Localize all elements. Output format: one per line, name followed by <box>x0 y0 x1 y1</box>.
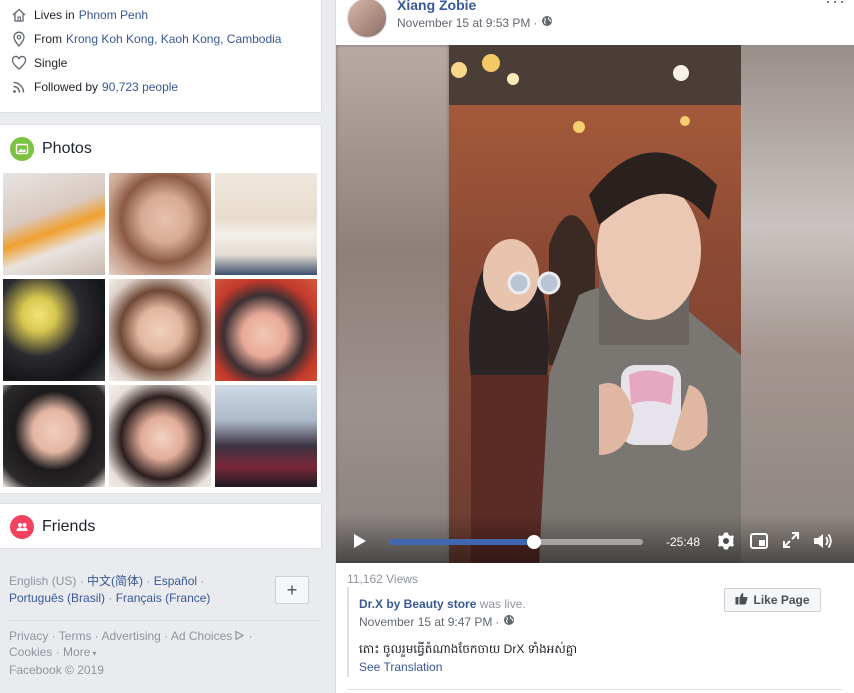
author-name[interactable]: Xiang Zobie <box>397 0 476 13</box>
photo-thumbnail[interactable] <box>109 173 211 275</box>
video-controls: -25:48 <box>336 515 854 563</box>
language-option[interactable]: Español <box>154 574 197 588</box>
current-language: English (US) <box>9 574 77 588</box>
footer-link-privacy[interactable]: Privacy <box>9 629 48 643</box>
friends-icon <box>10 515 34 539</box>
photo-thumbnail[interactable] <box>215 279 317 381</box>
heart-icon <box>10 54 28 72</box>
photo-grid <box>3 173 318 487</box>
footer: Privacy · Terms · Advertising · Ad Choic… <box>9 629 253 677</box>
photo-thumbnail[interactable] <box>109 279 211 381</box>
location-pin-icon <box>10 30 28 48</box>
shared-post-text: តោះ ចូលរួមធ្វើតំណាងចែកចាយ DrX ទាំងអស់គ្ន… <box>359 642 578 656</box>
photos-header[interactable]: Photos <box>0 125 321 173</box>
followers-text: Followed by 90,723 people <box>34 80 179 94</box>
language-option[interactable]: 中文(简体) <box>87 574 143 588</box>
picture-in-picture-icon[interactable] <box>749 531 769 554</box>
post-options-button[interactable]: ··· <box>825 0 846 12</box>
post-timestamp-text: November 15 at 9:53 PM <box>397 15 531 30</box>
play-icon[interactable] <box>353 533 367 552</box>
photo-thumbnail[interactable] <box>3 279 105 381</box>
caret-down-icon: ▾ <box>92 649 97 658</box>
video-player[interactable]: -25:48 <box>336 45 854 563</box>
footer-link-terms[interactable]: Terms <box>59 629 92 643</box>
friends-card: Friends <box>0 503 322 549</box>
photo-thumbnail[interactable] <box>3 173 105 275</box>
footer-link-advertising[interactable]: Advertising <box>101 629 160 643</box>
followers-link[interactable]: 90,723 people <box>102 80 178 94</box>
volume-icon[interactable] <box>812 531 834 554</box>
like-page-label: Like Page <box>753 593 810 607</box>
photo-thumbnail[interactable] <box>3 385 105 487</box>
intro-followers: Followed by 90,723 people <box>10 75 311 99</box>
friends-header[interactable]: Friends <box>0 504 321 550</box>
home-icon <box>10 6 28 24</box>
settings-gear-icon[interactable] <box>716 531 736 554</box>
post-divider <box>347 689 842 690</box>
photos-card: Photos <box>0 124 322 494</box>
shared-page-name[interactable]: Dr.X by Beauty store <box>359 597 476 611</box>
like-page-button[interactable]: Like Page <box>724 588 821 612</box>
globe-icon <box>503 614 515 629</box>
friends-title: Friends <box>42 518 96 535</box>
view-count: 11,162 Views <box>347 572 418 586</box>
intro-lives-text: Lives in Phnom Penh <box>34 8 149 22</box>
footer-link-cookies[interactable]: Cookies <box>9 645 52 659</box>
intro-from: From Krong Koh Kong, Kaoh Kong, Cambodia <box>10 27 311 51</box>
language-option[interactable]: Français (France) <box>116 591 211 605</box>
add-language-button[interactable]: + <box>275 576 309 604</box>
from-link[interactable]: Krong Koh Kong, Kaoh Kong, Cambodia <box>66 32 281 46</box>
rss-icon <box>10 78 28 96</box>
video-blur-right <box>741 45 854 563</box>
footer-link-ad-choices[interactable]: Ad Choices <box>171 629 232 643</box>
video-blur-left <box>336 45 449 563</box>
relationship-text: Single <box>34 56 68 70</box>
footer-divider <box>9 620 319 621</box>
post-card: Xiang Zobie November 15 at 9:53 PM· ··· <box>335 0 854 693</box>
globe-icon <box>541 15 553 30</box>
video-time-remaining: -25:48 <box>666 535 701 549</box>
photo-thumbnail[interactable] <box>215 385 317 487</box>
see-translation-link[interactable]: See Translation <box>359 660 842 674</box>
intro-card: Lives in Phnom Penh From Krong Koh Kong, K… <box>0 0 322 113</box>
shared-status: was live. <box>479 597 526 611</box>
thumbs-up-icon <box>735 592 753 608</box>
video-scrubber-handle[interactable] <box>526 535 541 549</box>
photos-icon <box>10 137 34 161</box>
intro-from-text: From Krong Koh Kong, Kaoh Kong, Cambodia <box>34 32 282 46</box>
shared-timestamp[interactable]: November 15 at 9:47 PM · <box>359 614 842 629</box>
photo-thumbnail[interactable] <box>215 173 317 275</box>
photo-thumbnail[interactable] <box>109 385 211 487</box>
footer-link-more[interactable]: More ▾ <box>63 645 96 659</box>
video-frame[interactable] <box>449 45 741 563</box>
photos-title: Photos <box>42 140 92 157</box>
language-selector: English (US) · 中文(简体) · Español · Portug… <box>9 574 211 605</box>
shared-timestamp-text: November 15 at 9:47 PM <box>359 614 493 629</box>
fullscreen-icon[interactable] <box>782 531 800 552</box>
ad-choices-icon <box>232 629 245 643</box>
video-progress-fill <box>389 539 534 545</box>
lives-link[interactable]: Phnom Penh <box>79 8 148 22</box>
intro-lives: Lives in Phnom Penh <box>10 3 311 27</box>
video-progress-bar[interactable] <box>389 535 643 549</box>
post-timestamp[interactable]: November 15 at 9:53 PM · <box>397 15 553 30</box>
intro-relationship: Single <box>10 51 311 75</box>
language-option[interactable]: Português (Brasil) <box>9 591 105 605</box>
copyright: Facebook © 2019 <box>9 663 104 677</box>
author-avatar[interactable] <box>347 0 387 38</box>
